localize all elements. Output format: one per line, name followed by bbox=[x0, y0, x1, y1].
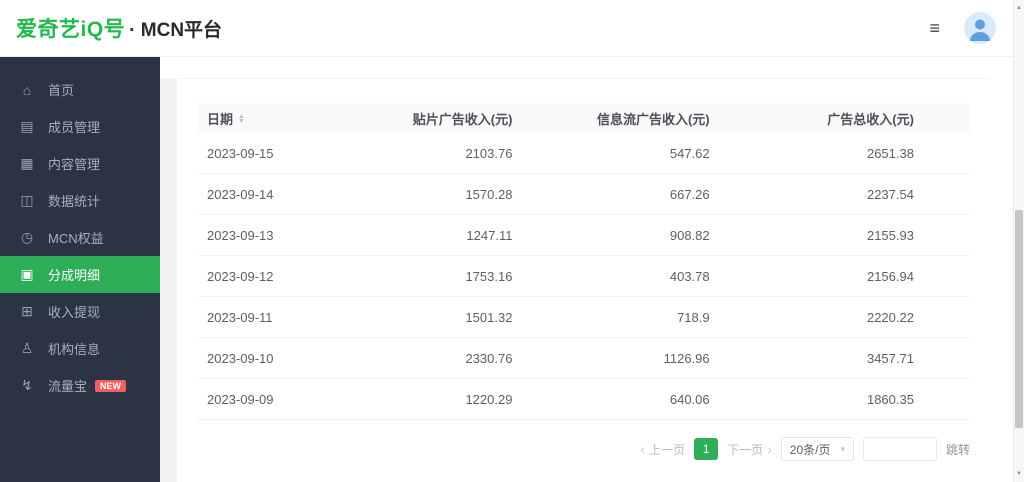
jump-page-input[interactable] bbox=[863, 437, 937, 461]
cell-feed-ad: 547.62 bbox=[512, 146, 709, 161]
prev-page-label: 上一页 bbox=[649, 441, 685, 458]
page-size-value: 20条/页 bbox=[790, 441, 831, 458]
cell-patch-ad: 1570.28 bbox=[326, 187, 512, 202]
organization-icon: ♙ bbox=[19, 340, 35, 357]
sidebar-item-withdraw[interactable]: ⊞ 收入提现 bbox=[0, 293, 160, 330]
cell-date: 2023-09-09 bbox=[197, 392, 326, 407]
top-bar: 爱奇艺iQ号 · MCN平台 ≡ bbox=[0, 0, 1024, 57]
pagination: ‹ 上一页 1 下一页 › 20条/页 ▾ 跳转 bbox=[197, 437, 970, 461]
lightning-icon: ↯ bbox=[19, 377, 35, 394]
sidebar-item-label: 流量宝 bbox=[48, 376, 87, 395]
cell-feed-ad: 667.26 bbox=[512, 187, 709, 202]
statistics-icon: ◫ bbox=[19, 192, 35, 209]
scroll-down-arrow-icon[interactable]: ▼ bbox=[1014, 468, 1024, 480]
new-badge: NEW bbox=[95, 380, 126, 392]
cell-total-ad: 3457.71 bbox=[710, 351, 914, 366]
platform-name: · MCN平台 bbox=[129, 15, 222, 42]
hamburger-menu-icon[interactable]: ≡ bbox=[929, 19, 940, 37]
sidebar-item-home[interactable]: ⌂ 首页 bbox=[0, 71, 160, 108]
cell-patch-ad: 1247.11 bbox=[326, 228, 512, 243]
content-icon: ▦ bbox=[19, 155, 35, 172]
main-content: 日期▲▼ 贴片广告收入(元) 信息流广告收入(元) 广告总收入(元) 2023-… bbox=[160, 57, 1024, 482]
chevron-right-icon: › bbox=[767, 442, 772, 456]
brand-logo: 爱奇艺iQ号 · MCN平台 bbox=[0, 13, 222, 43]
sidebar-item-label: 机构信息 bbox=[48, 339, 100, 358]
table-row: 2023-09-11 1501.32 718.9 2220.22 bbox=[197, 297, 970, 338]
members-icon: ▤ bbox=[19, 118, 35, 135]
scrollbar-thumb[interactable] bbox=[1015, 210, 1023, 428]
jump-button[interactable]: 跳转 bbox=[946, 441, 970, 458]
sidebar-item-label: 成员管理 bbox=[48, 117, 100, 136]
content-gutter bbox=[160, 78, 176, 482]
column-header-patch-ad: 贴片广告收入(元) bbox=[326, 109, 512, 128]
sidebar-item-label: 首页 bbox=[48, 80, 74, 99]
sidebar-item-label: 收入提现 bbox=[48, 302, 100, 321]
sidebar-item-traffic-booster[interactable]: ↯ 流量宝 NEW bbox=[0, 367, 160, 404]
page-size-select[interactable]: 20条/页 ▾ bbox=[781, 437, 854, 461]
sidebar-item-revenue-split[interactable]: ▣ 分成明细 bbox=[0, 256, 160, 293]
table-row: 2023-09-15 2103.76 547.62 2651.38 bbox=[197, 133, 970, 174]
sidebar-item-label: 数据统计 bbox=[48, 191, 100, 210]
cell-patch-ad: 2330.76 bbox=[326, 351, 512, 366]
cell-patch-ad: 1753.16 bbox=[326, 269, 512, 284]
sidebar-item-label: 分成明细 bbox=[48, 265, 100, 284]
home-icon: ⌂ bbox=[19, 82, 35, 98]
cell-date: 2023-09-15 bbox=[197, 146, 326, 161]
prev-page-button[interactable]: ‹ 上一页 bbox=[640, 441, 685, 458]
cell-total-ad: 2651.38 bbox=[710, 146, 914, 161]
sidebar-item-org-info[interactable]: ♙ 机构信息 bbox=[0, 330, 160, 367]
sidebar-item-mcn-rights[interactable]: ◷ MCN权益 bbox=[0, 219, 160, 256]
cell-patch-ad: 1220.29 bbox=[326, 392, 512, 407]
sort-caret-icon[interactable]: ▲▼ bbox=[238, 114, 245, 124]
cell-feed-ad: 403.78 bbox=[512, 269, 709, 284]
clock-icon: ◷ bbox=[19, 229, 35, 246]
brand-logo-text: 爱奇艺iQ号 bbox=[16, 13, 125, 43]
sidebar-item-members[interactable]: ▤ 成员管理 bbox=[0, 108, 160, 145]
table-row: 2023-09-12 1753.16 403.78 2156.94 bbox=[197, 256, 970, 297]
table-row: 2023-09-09 1220.29 640.06 1860.35 bbox=[197, 379, 970, 420]
next-page-label: 下一页 bbox=[727, 441, 763, 458]
cell-patch-ad: 2103.76 bbox=[326, 146, 512, 161]
cell-feed-ad: 718.9 bbox=[512, 310, 709, 325]
cell-date: 2023-09-14 bbox=[197, 187, 326, 202]
current-page-button[interactable]: 1 bbox=[694, 438, 718, 460]
cell-total-ad: 1860.35 bbox=[710, 392, 914, 407]
column-header-total-ad: 广告总收入(元) bbox=[710, 109, 914, 128]
user-person-icon bbox=[964, 12, 996, 44]
cell-date: 2023-09-12 bbox=[197, 269, 326, 284]
vertical-scrollbar[interactable]: ▲ ▼ bbox=[1013, 0, 1024, 482]
column-header-feed-ad: 信息流广告收入(元) bbox=[512, 109, 709, 128]
cell-date: 2023-09-13 bbox=[197, 228, 326, 243]
cell-feed-ad: 640.06 bbox=[512, 392, 709, 407]
table-row: 2023-09-10 2330.76 1126.96 3457.71 bbox=[197, 338, 970, 379]
revenue-table-card: 日期▲▼ 贴片广告收入(元) 信息流广告收入(元) 广告总收入(元) 2023-… bbox=[176, 78, 990, 482]
cell-feed-ad: 1126.96 bbox=[512, 351, 709, 366]
scroll-up-arrow-icon[interactable]: ▲ bbox=[1014, 2, 1024, 14]
cell-total-ad: 2237.54 bbox=[710, 187, 914, 202]
table-row: 2023-09-14 1570.28 667.26 2237.54 bbox=[197, 174, 970, 215]
chevron-down-icon: ▾ bbox=[840, 444, 845, 455]
cell-date: 2023-09-11 bbox=[197, 310, 326, 325]
cell-total-ad: 2220.22 bbox=[710, 310, 914, 325]
cell-feed-ad: 908.82 bbox=[512, 228, 709, 243]
cell-patch-ad: 1501.32 bbox=[326, 310, 512, 325]
revenue-split-icon: ▣ bbox=[19, 266, 35, 283]
sidebar-item-label: 内容管理 bbox=[48, 154, 100, 173]
sidebar-item-statistics[interactable]: ◫ 数据统计 bbox=[0, 182, 160, 219]
next-page-button[interactable]: 下一页 › bbox=[727, 441, 772, 458]
chevron-left-icon: ‹ bbox=[640, 442, 645, 456]
sidebar-item-content[interactable]: ▦ 内容管理 bbox=[0, 145, 160, 182]
table-header-row: 日期▲▼ 贴片广告收入(元) 信息流广告收入(元) 广告总收入(元) bbox=[197, 103, 970, 133]
column-header-date[interactable]: 日期▲▼ bbox=[197, 109, 326, 128]
table-row: 2023-09-13 1247.11 908.82 2155.93 bbox=[197, 215, 970, 256]
sidebar-nav: ⌂ 首页 ▤ 成员管理 ▦ 内容管理 ◫ 数据统计 ◷ MCN权益 ▣ 分成明细… bbox=[0, 57, 160, 482]
withdraw-icon: ⊞ bbox=[19, 303, 35, 320]
cell-date: 2023-09-10 bbox=[197, 351, 326, 366]
sidebar-item-label: MCN权益 bbox=[48, 228, 104, 247]
cell-total-ad: 2155.93 bbox=[710, 228, 914, 243]
user-avatar[interactable] bbox=[964, 12, 996, 44]
cell-total-ad: 2156.94 bbox=[710, 269, 914, 284]
